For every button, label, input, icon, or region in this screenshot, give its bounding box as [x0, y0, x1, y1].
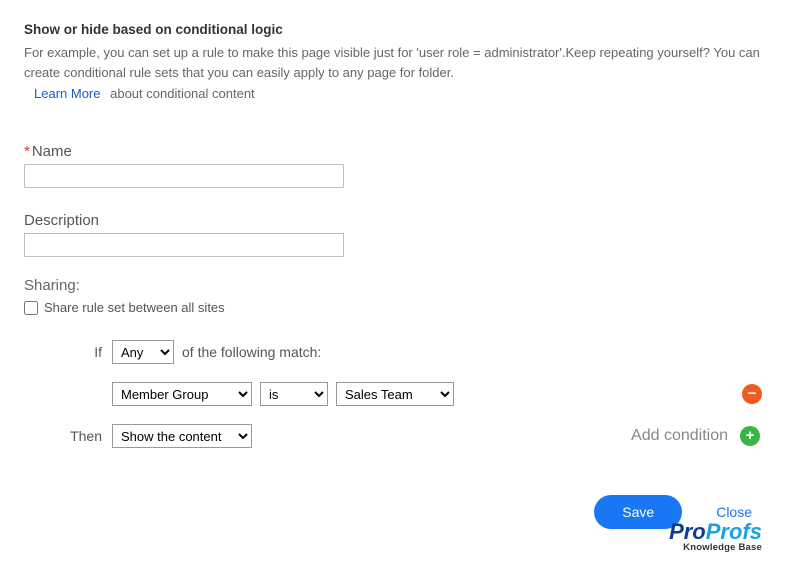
section-title: Show or hide based on conditional logic: [24, 22, 762, 37]
learn-more-row: Learn More about conditional content: [24, 86, 762, 101]
sharing-block: Sharing: Share rule set between all site…: [24, 277, 762, 315]
description-input[interactable]: [24, 233, 344, 257]
name-label-text: Name: [32, 143, 72, 160]
condition-field-select[interactable]: Member Group: [112, 382, 252, 406]
description-label: Description: [24, 212, 762, 229]
share-checkbox-row[interactable]: Share rule set between all sites: [24, 300, 762, 315]
brand-part2: Profs: [706, 519, 762, 544]
brand-part1: Pro: [669, 519, 706, 544]
condition-operator-select[interactable]: is: [260, 382, 328, 406]
required-mark: *: [24, 143, 30, 160]
section-help-text: For example, you can set up a rule to ma…: [24, 43, 762, 83]
sharing-label: Sharing:: [24, 277, 762, 294]
if-label: If: [24, 344, 112, 360]
add-condition-group: Add condition +: [631, 426, 760, 446]
condition-value-select[interactable]: Sales Team: [336, 382, 454, 406]
share-checkbox[interactable]: [24, 301, 38, 315]
description-field-block: Description: [24, 212, 762, 257]
rule-builder: If Any of the following match: Member Gr…: [24, 337, 762, 451]
share-checkbox-label: Share rule set between all sites: [44, 300, 225, 315]
name-field-block: *Name: [24, 143, 762, 188]
match-mode-select[interactable]: Any: [112, 340, 174, 364]
brand-subtitle: Knowledge Base: [669, 542, 762, 553]
learn-more-link[interactable]: Learn More: [34, 86, 100, 101]
brand-logo: ProProfs Knowledge Base: [669, 521, 762, 553]
name-label: *Name: [24, 143, 762, 160]
name-input[interactable]: [24, 164, 344, 188]
then-label: Then: [24, 428, 112, 444]
if-row: If Any of the following match:: [24, 337, 762, 367]
remove-condition-icon[interactable]: −: [742, 384, 762, 404]
action-buttons: Save Close: [24, 495, 762, 529]
add-condition-label: Add condition: [631, 427, 728, 445]
match-text: of the following match:: [182, 344, 321, 360]
condition-row: Member Group is Sales Team −: [24, 379, 762, 409]
learn-more-rest: about conditional content: [110, 86, 255, 101]
then-row: Then Show the content Add condition +: [24, 421, 762, 451]
add-condition-icon[interactable]: +: [740, 426, 760, 446]
then-action-select[interactable]: Show the content: [112, 424, 252, 448]
